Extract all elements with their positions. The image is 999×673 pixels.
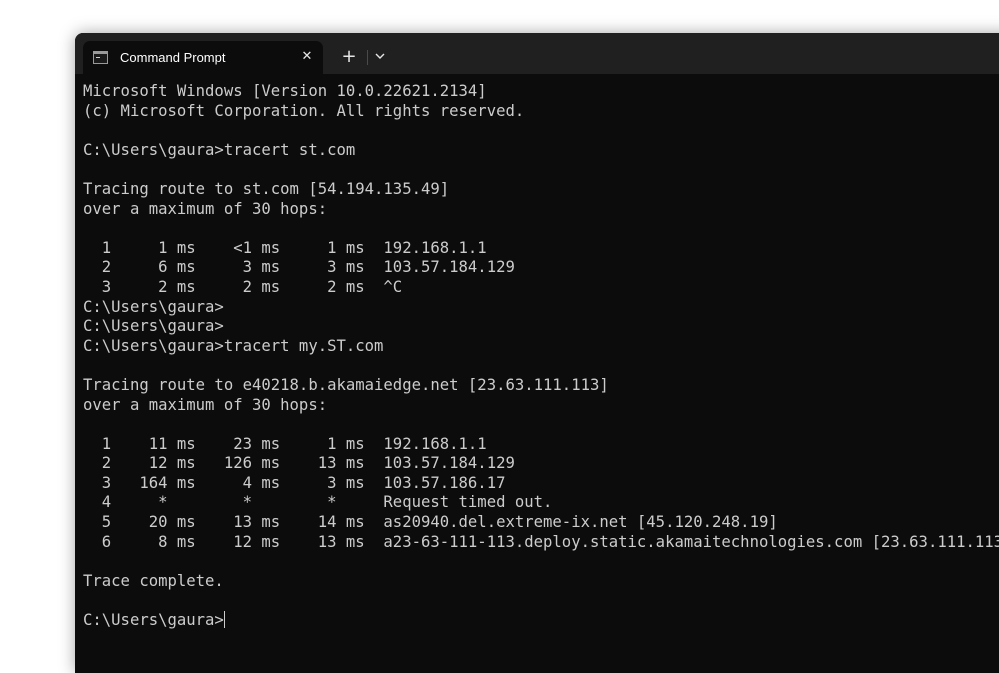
chevron-down-icon[interactable]	[372, 47, 388, 67]
terminal-line: 2 12 ms 126 ms 13 ms 103.57.184.129	[83, 454, 515, 473]
terminal-line: 5 20 ms 13 ms 14 ms as20940.del.extreme-…	[83, 513, 778, 532]
terminal-line: over a maximum of 30 hops:	[83, 199, 328, 218]
titlebar-divider	[367, 50, 368, 65]
terminal-line: 4 * * * Request timed out.	[83, 493, 553, 512]
terminal-line: (c) Microsoft Corporation. All rights re…	[83, 101, 525, 120]
tab-title: Command Prompt	[120, 50, 226, 65]
terminal-line: 6 8 ms 12 ms 13 ms a23-63-111-113.deploy…	[83, 532, 999, 551]
terminal-line: over a maximum of 30 hops:	[83, 395, 328, 414]
close-tab-button[interactable]: ✕	[297, 47, 317, 67]
terminal-line: 3 2 ms 2 ms 2 ms ^C	[83, 277, 403, 296]
terminal-line: Tracing route to st.com [54.194.135.49]	[83, 179, 450, 198]
terminal-output[interactable]: Microsoft Windows [Version 10.0.22621.21…	[83, 82, 999, 631]
terminal-line: Trace complete.	[83, 571, 224, 590]
tab-command-prompt[interactable]: Command Prompt ✕	[83, 41, 323, 74]
terminal-line: C:\Users\gaura>	[83, 297, 224, 316]
terminal-line: 1 11 ms 23 ms 1 ms 192.168.1.1	[83, 434, 487, 453]
terminal-line: C:\Users\gaura>	[83, 317, 224, 336]
terminal-line: 2 6 ms 3 ms 3 ms 103.57.184.129	[83, 258, 515, 277]
terminal-icon	[93, 51, 108, 64]
terminal-line: Microsoft Windows [Version 10.0.22621.21…	[83, 82, 487, 100]
new-tab-button[interactable]: +	[339, 47, 359, 67]
terminal-line: Tracing route to e40218.b.akamaiedge.net…	[83, 375, 609, 394]
title-bar: Command Prompt ✕ +	[75, 33, 999, 74]
terminal-line: C:\Users\gaura>tracert st.com	[83, 140, 356, 159]
terminal-line: 1 1 ms <1 ms 1 ms 192.168.1.1	[83, 238, 487, 257]
prompt-text: C:\Users\gaura>	[83, 611, 224, 630]
terminal-line: 3 164 ms 4 ms 3 ms 103.57.186.17	[83, 473, 506, 492]
text-cursor	[223, 611, 225, 629]
terminal-line: C:\Users\gaura>tracert my.ST.com	[83, 336, 384, 355]
terminal-window: Command Prompt ✕ + Microsoft Windows [Ve…	[75, 33, 999, 673]
prompt-line[interactable]: C:\Users\gaura>	[83, 611, 999, 631]
